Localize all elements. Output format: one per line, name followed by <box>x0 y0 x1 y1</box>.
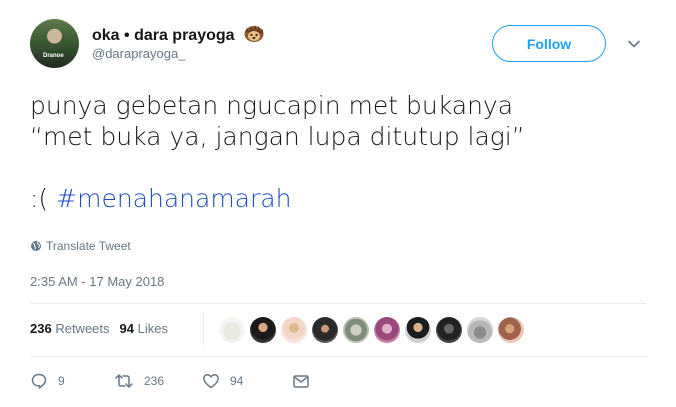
display-name[interactable]: oka • dara prayoga <box>92 22 265 45</box>
retweets-count: 236 <box>30 321 52 336</box>
tweet-line: :( #menahanamarah <box>30 183 630 214</box>
follow-button-label: Follow <box>526 35 572 52</box>
display-name-text: oka • dara prayoga <box>92 27 235 44</box>
likes-count: 94 <box>119 321 134 336</box>
retweet-button[interactable]: 236 <box>114 372 202 390</box>
stats-separator <box>203 312 204 346</box>
like-button[interactable]: 94 <box>202 372 292 390</box>
divider <box>30 356 646 357</box>
reply-count: 9 <box>58 374 65 388</box>
translate-tweet-link[interactable]: Translate Tweet <box>30 239 131 253</box>
liker-avatar[interactable] <box>374 317 400 343</box>
like-icon <box>203 374 219 389</box>
direct-message-button[interactable] <box>292 372 310 390</box>
reply-icon <box>31 373 47 389</box>
direct-message-icon <box>293 375 309 388</box>
follow-button[interactable]: Follow <box>492 25 606 62</box>
globe-icon <box>31 241 41 251</box>
likes-stat[interactable]: 94 Likes <box>120 321 168 336</box>
liker-avatar[interactable] <box>312 317 338 343</box>
tweet-actions: 9 236 94 <box>30 372 310 390</box>
likes-label: Likes <box>137 321 168 336</box>
retweet-count: 236 <box>144 374 165 388</box>
reply-button[interactable]: 9 <box>30 372 114 390</box>
tweet-timestamp[interactable]: 2:35 AM - 17 May 2018 <box>30 274 164 289</box>
liker-avatars <box>219 317 524 343</box>
avatar[interactable]: Dranoe <box>30 19 79 68</box>
chevron-down-icon[interactable] <box>626 36 642 52</box>
tweet-stats: 236 Retweets 94 Likes <box>30 321 168 336</box>
liker-avatar[interactable] <box>498 317 524 343</box>
retweets-label: Retweets <box>55 321 110 336</box>
tweet-line: “met buka ya, jangan lupa ditutup lagi” <box>30 122 525 151</box>
divider <box>30 303 646 304</box>
liker-avatar[interactable] <box>219 317 245 343</box>
retweets-stat[interactable]: 236 Retweets <box>30 321 110 336</box>
liker-avatar[interactable] <box>281 317 307 343</box>
tweet-text: punya gebetan ngucapin met bukanya “met … <box>30 90 630 214</box>
translate-tweet-label: Translate Tweet <box>46 239 131 253</box>
hashtag-link[interactable]: #menahanamarah <box>56 184 291 213</box>
like-count: 94 <box>230 374 244 388</box>
liker-avatar[interactable] <box>250 317 276 343</box>
liker-avatar[interactable] <box>405 317 431 343</box>
liker-avatar[interactable] <box>436 317 462 343</box>
liker-avatar[interactable] <box>343 317 369 343</box>
retweet-icon <box>115 374 133 388</box>
tweet-line: punya gebetan ngucapin met bukanya <box>30 91 514 120</box>
liker-avatar[interactable] <box>467 317 493 343</box>
avatar-caption: Dranoe <box>43 53 64 59</box>
user-handle[interactable]: @daraprayoga_ <box>92 46 185 61</box>
emoticon-text: :( <box>30 184 49 213</box>
hedgehog-icon <box>244 25 264 42</box>
